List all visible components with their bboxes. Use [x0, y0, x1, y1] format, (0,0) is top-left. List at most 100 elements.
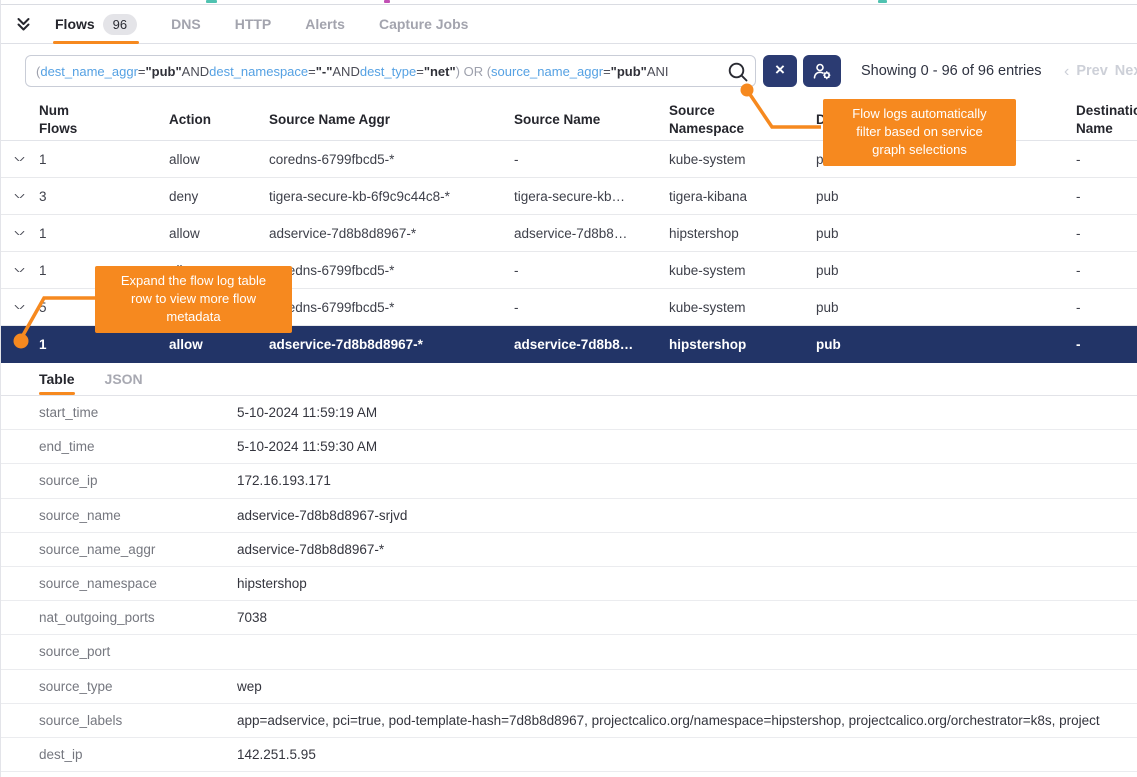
detail-row: source_ip 172.16.193.171 — [1, 464, 1137, 498]
next-button[interactable]: Next — [1115, 63, 1137, 81]
query-segment: "net" — [424, 64, 456, 79]
detail-key: source_name — [39, 508, 237, 523]
tab-http[interactable]: HTTP — [233, 5, 274, 43]
query-segment: = — [308, 64, 316, 79]
flows-count-badge: 96 — [103, 14, 137, 35]
flow-row[interactable]: 1 allow adservice-7d8b8d8967-* adservice… — [1, 215, 1137, 252]
query-segment: = — [603, 64, 611, 79]
chevron-down-icon[interactable] — [15, 305, 25, 309]
source-name-aggr-cell: tigera-secure-kb-6f9c9c44c8-* — [269, 189, 514, 204]
flow-row[interactable]: 3 deny tigera-secure-kb-6f9c9c44c8-* tig… — [1, 178, 1137, 215]
query-segment: dest_namespace — [209, 64, 308, 79]
num-flows-cell: 1 — [39, 337, 169, 352]
detail-row: dest_ip 142.251.5.95 — [1, 738, 1137, 772]
col-source-namespace: Source Namespace — [669, 102, 816, 137]
chevron-down-icon[interactable] — [15, 268, 25, 272]
dest-name-aggr-cell: pub — [816, 263, 1076, 278]
query-segment: = — [138, 64, 146, 79]
source-namespace-cell: kube-system — [669, 152, 816, 167]
flow-row[interactable]: 5 allow coredns-6799fbcd5-* - kube-syste… — [1, 289, 1137, 326]
tab-flows[interactable]: Flows 96 — [53, 5, 139, 43]
flow-row[interactable]: 1 allow coredns-6799fbcd5-* - kube-syste… — [1, 141, 1137, 178]
detail-value: app=adservice, pci=true, pod-template-ha… — [237, 713, 1137, 728]
detail-row: source_labels app=adservice, pci=true, p… — [1, 704, 1137, 738]
chevron-down-icon[interactable] — [15, 194, 25, 198]
dest-name-aggr-cell: pub — [816, 189, 1076, 204]
tab-alerts[interactable]: Alerts — [303, 5, 347, 43]
action-cell: allow — [169, 263, 269, 278]
detail-key: start_time — [39, 405, 237, 420]
detail-key: source_namespace — [39, 576, 237, 591]
entries-count-status: Showing 0 - 96 of 96 entries — [861, 63, 1042, 79]
detail-row: source_name_aggr adservice-7d8b8d8967-* — [1, 533, 1137, 567]
detail-tab-table[interactable]: Table — [39, 363, 75, 395]
detail-value: wep — [237, 679, 1137, 694]
detail-key: source_type — [39, 679, 237, 694]
flows-table-header: Num Flows Action Source Name Aggr Source… — [1, 100, 1137, 141]
search-icon[interactable] — [727, 61, 749, 86]
detail-value: adservice-7d8b8d8967-* — [237, 542, 1137, 557]
flow-row[interactable]: 1 allow coredns-6799fbcd5-* - kube-syste… — [1, 252, 1137, 289]
graph-fragment — [384, 0, 390, 3]
dest-name-aggr-cell: pub — [816, 226, 1076, 241]
query-segment: "pub" — [611, 64, 647, 79]
detail-value: hipstershop — [237, 576, 1137, 591]
tab-dns[interactable]: DNS — [169, 5, 203, 43]
destination-name-cell: - — [1076, 152, 1137, 167]
source-name-aggr-cell: adservice-7d8b8d8967-* — [269, 337, 514, 352]
dest-name-aggr-cell: pub — [816, 337, 1076, 352]
detail-key: source_labels — [39, 713, 237, 728]
source-name-aggr-cell: coredns-6799fbcd5-* — [269, 152, 514, 167]
detail-tab-json[interactable]: JSON — [105, 363, 143, 395]
user-settings-button person-gear-icon[interactable] — [803, 55, 841, 87]
flow-logs-panel: Flows 96 DNS HTTP Alerts Capture Jobs (d… — [0, 0, 1137, 777]
source-name-cell: tigera-secure-kb… — [514, 189, 669, 204]
flow-row-selected[interactable]: 1 allow adservice-7d8b8d8967-* adservice… — [1, 326, 1137, 363]
detail-value: adservice-7d8b8d8967-srjvd — [237, 508, 1137, 523]
num-flows-cell: 1 — [39, 152, 169, 167]
source-name-cell: adservice-7d8b8… — [514, 337, 669, 352]
tab-flows-label: Flows — [55, 16, 95, 32]
action-cell: allow — [169, 152, 269, 167]
chevron-down-icon[interactable] — [15, 342, 25, 346]
detail-value: 7038 — [237, 610, 1137, 625]
graph-fragment — [878, 0, 887, 3]
destination-name-cell: - — [1076, 263, 1137, 278]
source-namespace-cell: tigera-kibana — [669, 189, 816, 204]
num-flows-cell: 3 — [39, 189, 169, 204]
query-segment: dest_type — [360, 64, 416, 79]
detail-key: source_port — [39, 644, 237, 659]
query-segment: "-" — [316, 64, 333, 79]
double-chevron-down-icon[interactable] — [15, 16, 32, 33]
query-segment: dest_name_aggr — [40, 64, 138, 79]
filter-bar: (dest_name_aggr = "pub" AND dest_namespa… — [1, 44, 1137, 100]
detail-row: source_port — [1, 635, 1137, 669]
tab-capture-jobs[interactable]: Capture Jobs — [377, 5, 470, 43]
detail-key: source_ip — [39, 473, 237, 488]
source-name-cell: - — [514, 300, 669, 315]
source-namespace-cell: hipstershop — [669, 226, 816, 241]
query-segment: = — [416, 64, 424, 79]
source-namespace-cell: kube-system — [669, 300, 816, 315]
chevron-down-icon[interactable] — [15, 231, 25, 235]
destination-name-cell: - — [1076, 189, 1137, 204]
prev-button[interactable]: Prev — [1076, 63, 1107, 81]
dest-name-aggr-cell: pub — [816, 300, 1076, 315]
action-cell: allow — [169, 226, 269, 241]
clear-filter-button close-icon[interactable]: × — [763, 55, 797, 87]
query-segment: ANI — [647, 64, 669, 79]
source-name-aggr-cell: adservice-7d8b8d8967-* — [269, 226, 514, 241]
action-cell: allow — [169, 337, 269, 352]
action-cell: allow — [169, 300, 269, 315]
chevron-left-icon[interactable]: ‹ — [1064, 63, 1069, 81]
col-dest-name-aggr: Dest Name Aggr — [816, 111, 1076, 129]
destination-name-cell: - — [1076, 337, 1137, 352]
filter-query-input[interactable]: (dest_name_aggr = "pub" AND dest_namespa… — [25, 55, 756, 87]
num-flows-cell: 1 — [39, 226, 169, 241]
detail-row: source_name adservice-7d8b8d8967-srjvd — [1, 499, 1137, 533]
col-num-flows: Num Flows — [39, 102, 169, 137]
col-destination-name: Destination Name — [1076, 102, 1137, 137]
chevron-down-icon[interactable] — [15, 157, 25, 161]
detail-key: source_name_aggr — [39, 542, 237, 557]
detail-tab-bar: Table JSON — [1, 363, 1137, 396]
